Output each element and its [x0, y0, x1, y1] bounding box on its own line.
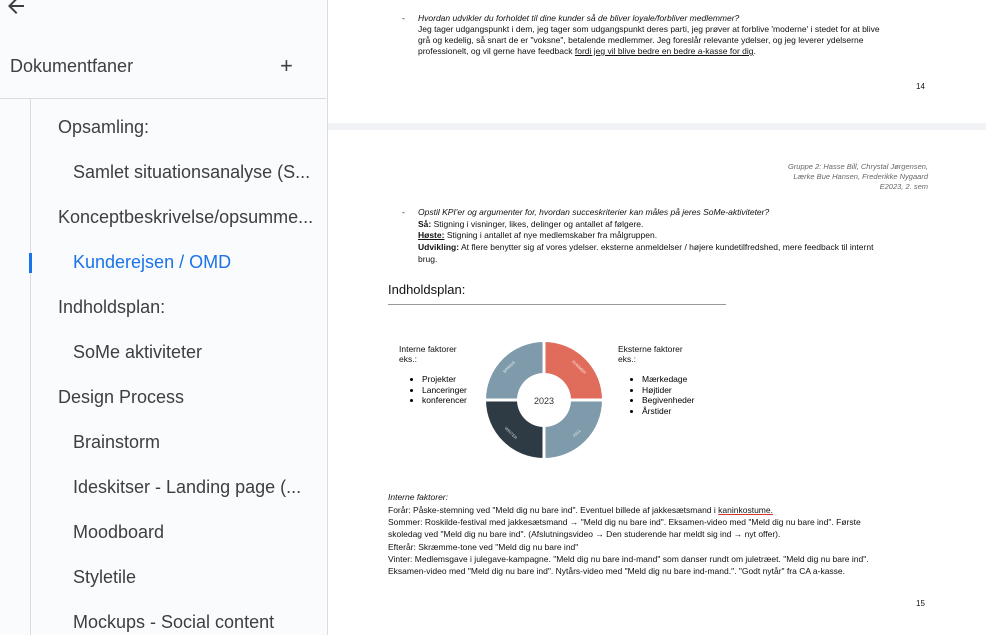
- tab-brainstorm[interactable]: Brainstorm: [73, 432, 160, 453]
- divider: [0, 98, 326, 99]
- wheel-summer-segment: [544, 342, 602, 400]
- bullet-dash: -: [402, 207, 405, 217]
- active-tab-indicator: [29, 253, 32, 273]
- page-number: 15: [916, 599, 925, 608]
- external-item: Højtider: [642, 385, 694, 396]
- answer-line-1: Jeg tager udgangspunkt i dem, jeg tager …: [418, 24, 880, 34]
- tab-some-aktiviteter[interactable]: SoMe aktiviteter: [73, 342, 202, 363]
- answer-line-3: professionelt, og vil gerne have feedbac…: [418, 46, 756, 56]
- page-number: 14: [916, 82, 925, 91]
- tab-moodboard[interactable]: Moodboard: [73, 522, 164, 543]
- kpi-question: Opstil KPI'er og argumenter for, hvordan…: [418, 207, 770, 217]
- wheel-spring-segment: [486, 342, 544, 400]
- kpi-saa: Så: Stigning i visninger, likes, delinge…: [418, 219, 644, 229]
- tab-styletile[interactable]: Styletile: [73, 567, 136, 588]
- section-title: Indholdsplan:: [388, 282, 466, 297]
- tab-kunderejsen[interactable]: Kunderejsen / OMD: [73, 252, 231, 273]
- document-tabs-header: Dokumentfaner: [10, 56, 134, 76]
- external-factors-list: Mærkedage Højtider Begivenheder Årstider: [626, 374, 694, 416]
- document-canvas: - Hvordan udvikler du forholdet til dine…: [328, 0, 986, 635]
- wheel-fall-segment: [544, 400, 602, 458]
- document-tabs-sidebar: Dokumentfaner + Opsamling: Samlet situat…: [0, 0, 328, 635]
- answer-line-2: grå og kedelig, så snart de er "voksne",…: [418, 35, 864, 45]
- factors-body: Forår: Påske-stemning ved "Meld dig nu b…: [388, 505, 869, 577]
- wheel-winter-segment: [486, 400, 544, 458]
- page-header: Gruppe 2: Hasse Bill, Chrystal Jørgensen…: [787, 162, 928, 191]
- tab-indholdsplan[interactable]: Indholdsplan:: [58, 297, 165, 318]
- factors-heading: Interne faktorer:: [388, 492, 449, 502]
- tab-ideskitser[interactable]: Ideskitser - Landing page (...: [73, 477, 301, 498]
- tab-opsamling[interactable]: Opsamling:: [58, 117, 149, 138]
- external-item: Mærkedage: [642, 374, 694, 385]
- page-14[interactable]: - Hvordan udvikler du forholdet til dine…: [328, 0, 986, 123]
- internal-factors-list: Projekter Lanceringer konferencer: [406, 374, 467, 406]
- section-divider: [388, 304, 726, 305]
- external-item: Årstider: [642, 406, 694, 417]
- tab-design-process[interactable]: Design Process: [58, 387, 184, 408]
- internal-item: Lanceringer: [422, 385, 467, 396]
- add-tab-button[interactable]: +: [280, 54, 293, 78]
- question-text: Hvordan udvikler du forholdet til dine k…: [418, 13, 740, 23]
- external-factors-box: Eksterne faktorer eks.:: [618, 344, 683, 364]
- season-wheel-diagram: 2023 SPRING SUMMER FALL WINTER: [484, 340, 604, 460]
- tab-samlet-situationsanalyse[interactable]: Samlet situationsanalyse (S...: [73, 162, 310, 183]
- wheel-center-year: 2023: [534, 396, 554, 406]
- internal-factors-box: Interne faktorer eks.:: [399, 344, 457, 364]
- tab-konceptbeskrivelse[interactable]: Konceptbeskrivelse/opsumme...: [58, 207, 313, 228]
- tab-mockups[interactable]: Mockups - Social content: [73, 612, 274, 633]
- internal-item: Projekter: [422, 374, 467, 385]
- kpi-udvikling: Udvikling: At flere benytter sig af vore…: [418, 242, 874, 252]
- external-item: Begivenheder: [642, 395, 694, 406]
- tab-tree-line: [30, 99, 31, 635]
- kpi-udvikling-cont: brug.: [418, 254, 438, 264]
- page-15[interactable]: Gruppe 2: Hasse Bill, Chrystal Jørgensen…: [328, 130, 986, 635]
- kpi-hoste: Høste: Stigning i antallet af nye medlem…: [418, 230, 658, 240]
- back-arrow-icon[interactable]: [4, 0, 28, 18]
- internal-item: konferencer: [422, 395, 467, 406]
- bullet-dash: -: [402, 13, 405, 23]
